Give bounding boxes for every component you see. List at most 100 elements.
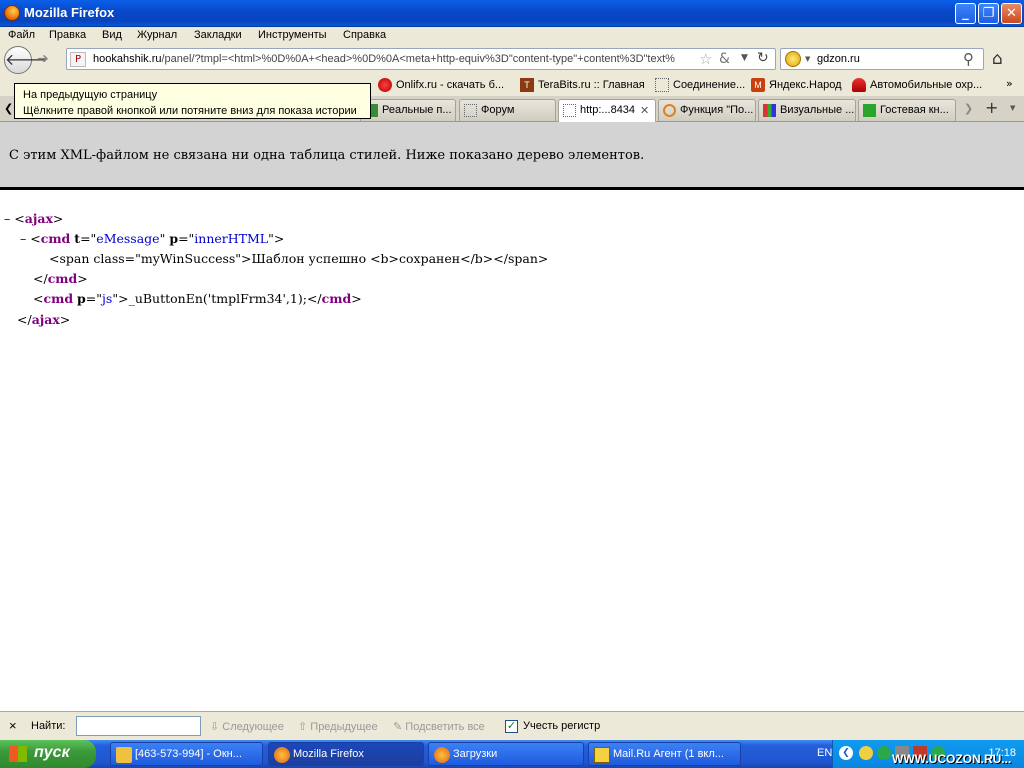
xml-notice-banner: С этим XML-файлом не связана ни одна таб… (0, 122, 1024, 190)
url-bar[interactable]: P hookahshik.ru/panel/?tmpl=<html>%0D%0A… (66, 48, 776, 70)
search-bar[interactable]: ▼ gdzon.ru ⚲ (780, 48, 984, 70)
car-icon (852, 78, 866, 92)
engine-dropdown-icon[interactable]: ▼ (805, 55, 810, 63)
folder-icon (116, 747, 132, 763)
tab-favicon (763, 104, 776, 117)
menu-help[interactable]: Справка (343, 29, 386, 41)
feed-icon[interactable]: & (719, 51, 730, 67)
yandex-icon: M (751, 78, 765, 92)
collapse-toggle[interactable]: – (4, 211, 10, 226)
collapse-toggle[interactable]: – (20, 231, 26, 246)
menu-bar: Файл Правка Вид Журнал Закладки Инструме… (0, 27, 1024, 46)
find-prev-button[interactable]: ⇧ Предыдущее (298, 720, 378, 733)
bookmarks-overflow-icon[interactable]: » (1006, 77, 1013, 90)
url-path: /panel/?tmpl=<html>%0D%0A+<head>%0D%0A<m… (161, 53, 675, 65)
find-next-button[interactable]: ⇩ Следующее (210, 720, 284, 733)
taskbar-item-firefox[interactable]: Mozilla Firefox (268, 742, 424, 766)
page-icon (655, 78, 669, 92)
findbar-close-icon[interactable]: × (9, 718, 17, 733)
forward-button[interactable]: ➔ (37, 51, 49, 67)
tab-guestbook[interactable]: Гостевая кн... (858, 99, 956, 121)
forward-arrow-icon: ➔ (37, 51, 49, 67)
navigation-bar: 🡐 ➔ P hookahshik.ru/panel/?tmpl=<html>%0… (0, 46, 1024, 74)
xml-cmd1-open: – <cmd t="eMessage" p="innerHTML"> (20, 231, 285, 246)
tab-list-icon[interactable]: ▼ (1010, 104, 1015, 112)
windows-logo-icon (9, 746, 27, 762)
tab-scroll-right-icon[interactable]: ❯ (964, 102, 973, 115)
bookmark-star-icon[interactable]: ☆ (699, 50, 712, 68)
down-arrow-icon: ⇩ (210, 721, 220, 733)
menu-file[interactable]: Файл (8, 29, 35, 41)
tab-favicon (464, 104, 477, 117)
minimize-button[interactable]: _ (955, 3, 976, 24)
maximize-button[interactable]: ❐ (978, 3, 999, 24)
tab-scroll-left-icon[interactable]: ❮ (4, 102, 13, 115)
find-input[interactable] (76, 716, 201, 736)
highlight-all-button[interactable]: ✎ Подсветить все (393, 720, 485, 733)
terabits-icon: T (520, 78, 534, 92)
tab-active-xml[interactable]: http:...8434 ✕ (558, 99, 656, 122)
back-button[interactable]: 🡐 (4, 46, 48, 74)
start-button[interactable]: пуск (0, 740, 96, 768)
history-dropdown-icon[interactable]: ▼ (741, 53, 748, 63)
mail-icon (594, 747, 610, 763)
reload-icon[interactable]: ↻ (757, 50, 769, 66)
up-arrow-icon: ⇧ (298, 721, 308, 733)
site-identity-icon[interactable]: P (70, 52, 86, 67)
menu-history[interactable]: Журнал (137, 29, 177, 41)
tab-favicon (863, 104, 876, 117)
menu-bookmarks[interactable]: Закладки (194, 29, 242, 41)
xml-root-open: – <ajax> (4, 211, 64, 226)
firefox-icon (434, 747, 450, 763)
menu-view[interactable]: Вид (102, 29, 122, 41)
menu-edit[interactable]: Правка (49, 29, 86, 41)
windows-taskbar: пуск [463-573-994] - Окн... Mozilla Fire… (0, 740, 1024, 768)
tab-close-icon[interactable]: ✕ (640, 104, 649, 117)
taskbar-item-window[interactable]: [463-573-994] - Окн... (110, 742, 263, 766)
bookmark-terabits[interactable]: T TeraBits.ru :: Главная (520, 78, 645, 92)
menu-tools[interactable]: Инструменты (258, 29, 327, 41)
language-indicator[interactable]: EN (817, 747, 832, 759)
bookmark-yandex-narod[interactable]: M Яндекс.Народ (751, 78, 842, 92)
search-engine-icon[interactable] (785, 51, 801, 67)
bookmark-onlifx[interactable]: Onlifx.ru - скачать б... (378, 78, 504, 92)
find-bar: × Найти: ⇩ Следующее ⇧ Предыдущее ✎ Подс… (0, 711, 1024, 740)
xml-cmd2: <cmd p="js">_uButtonEn('tmplFrm34',1);</… (33, 291, 362, 306)
tab-favicon (563, 104, 576, 117)
tray-expand-icon[interactable]: ❮ (839, 746, 853, 760)
tab-forum[interactable]: Форум (459, 99, 556, 121)
url-domain: hookahshik.ru (93, 53, 162, 65)
match-case-checkbox[interactable]: ✓ (505, 720, 518, 733)
new-tab-icon[interactable]: + (985, 98, 998, 117)
url-text: hookahshik.ru/panel/?tmpl=<html>%0D%0A+<… (93, 53, 693, 65)
xml-cmd1-close: </cmd> (33, 271, 88, 286)
tab-visual[interactable]: Визуальные ... (758, 99, 856, 121)
tray-icon-2[interactable] (877, 746, 891, 760)
search-magnifier-icon[interactable]: ⚲ (963, 50, 974, 68)
watermark: WWW.UCOZON.RU... (892, 752, 1012, 766)
home-icon[interactable]: ⌂ (992, 49, 1003, 69)
match-case-label: Учесть регистр (523, 720, 601, 732)
taskbar-item-mailru[interactable]: Mail.Ru Агент (1 вкл... (588, 742, 741, 766)
tab-function[interactable]: Функция "По... (658, 99, 756, 121)
xml-tree: – <ajax> – <cmd t="eMessage" p="innerHTM… (0, 193, 1024, 711)
bookmark-auto[interactable]: Автомобильные охр... (852, 78, 982, 92)
find-label: Найти: (31, 720, 66, 732)
title-bar: Mozilla Firefox _ ❐ ✕ (0, 0, 1024, 27)
search-input[interactable]: gdzon.ru (817, 53, 860, 65)
window-title: Mozilla Firefox (24, 5, 115, 20)
xml-notice-text: С этим XML-файлом не связана ни одна таб… (9, 148, 645, 163)
tray-icon-1[interactable] (859, 746, 873, 760)
taskbar-item-downloads[interactable]: Загрузки (428, 742, 584, 766)
close-button[interactable]: ✕ (1001, 3, 1022, 24)
firefox-icon (274, 747, 290, 763)
back-button-tooltip: На предыдущую страницу Щёлкните правой к… (14, 83, 371, 119)
xml-root-close: </ajax> (17, 312, 71, 327)
onlifx-icon (378, 78, 392, 92)
xml-cmd1-text: <span class="myWinSuccess">Шаблон успешн… (49, 251, 549, 266)
tab-favicon (663, 104, 676, 117)
firefox-icon (4, 5, 20, 21)
highlighter-icon: ✎ (393, 721, 403, 733)
tab-real[interactable]: Реальные п... (360, 99, 456, 121)
bookmark-connection[interactable]: Соединение... (655, 78, 745, 92)
